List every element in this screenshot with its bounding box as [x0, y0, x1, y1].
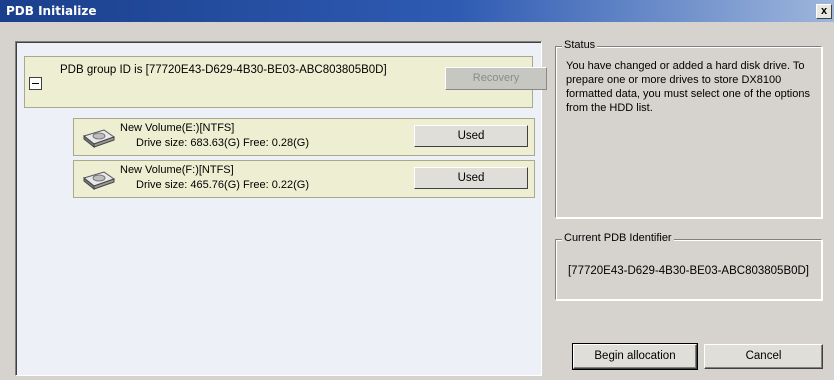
status-message: You have changed or added a hard disk dr… [566, 59, 816, 115]
dialog-body: PDB group ID is [77720E43-D629-4B30-BE03… [0, 22, 834, 380]
status-line: formatted data, you must select one of t… [566, 88, 810, 100]
drive-name: New Volume(E:)[NTFS] [120, 122, 235, 134]
cancel-button[interactable]: Cancel [704, 344, 823, 369]
pdb-group: PDB group ID is [77720E43-D629-4B30-BE03… [24, 56, 547, 108]
drive-item: New Volume(E:)[NTFS] Drive size: 683.63(… [73, 118, 535, 156]
used-button[interactable]: Used [414, 125, 528, 147]
status-legend: Status [562, 39, 598, 51]
pdb-group-label: PDB group ID is [77720E43-D629-4B30-BE03… [60, 64, 387, 76]
minus-box-icon[interactable] [29, 77, 42, 90]
status-line: prepare one or more drives to store DX81… [566, 74, 782, 86]
drive-name: New Volume(F:)[NTFS] [120, 164, 234, 176]
drive-size: Drive size: 683.63(G) Free: 0.28(G) [136, 137, 310, 149]
status-group: Status You have changed or added a hard … [555, 39, 822, 218]
current-pdb-group: Current PDB Identifier [77720E43-D629-4B… [555, 232, 822, 300]
close-icon[interactable]: x [816, 4, 832, 19]
status-line: from the HDD list. [566, 102, 653, 114]
drive-item: New Volume(F:)[NTFS] Drive size: 465.76(… [73, 160, 535, 198]
current-pdb-legend: Current PDB Identifier [562, 232, 674, 244]
status-line: You have changed or added a hard disk dr… [566, 60, 805, 72]
hard-disk-icon [82, 171, 116, 190]
title-bar: PDB Initialize x [0, 0, 834, 22]
drive-size: Drive size: 465.76(G) Free: 0.22(G) [136, 179, 310, 191]
window-title: PDB Initialize [6, 4, 97, 18]
recovery-button[interactable]: Recovery [445, 67, 547, 90]
current-pdb-value: [77720E43-D629-4B30-BE03-ABC803805B0D] [567, 265, 810, 277]
hard-disk-icon [82, 129, 116, 148]
used-button[interactable]: Used [414, 167, 528, 189]
hdd-list: PDB group ID is [77720E43-D629-4B30-BE03… [15, 41, 547, 376]
begin-allocation-button[interactable]: Begin allocation [572, 343, 698, 370]
